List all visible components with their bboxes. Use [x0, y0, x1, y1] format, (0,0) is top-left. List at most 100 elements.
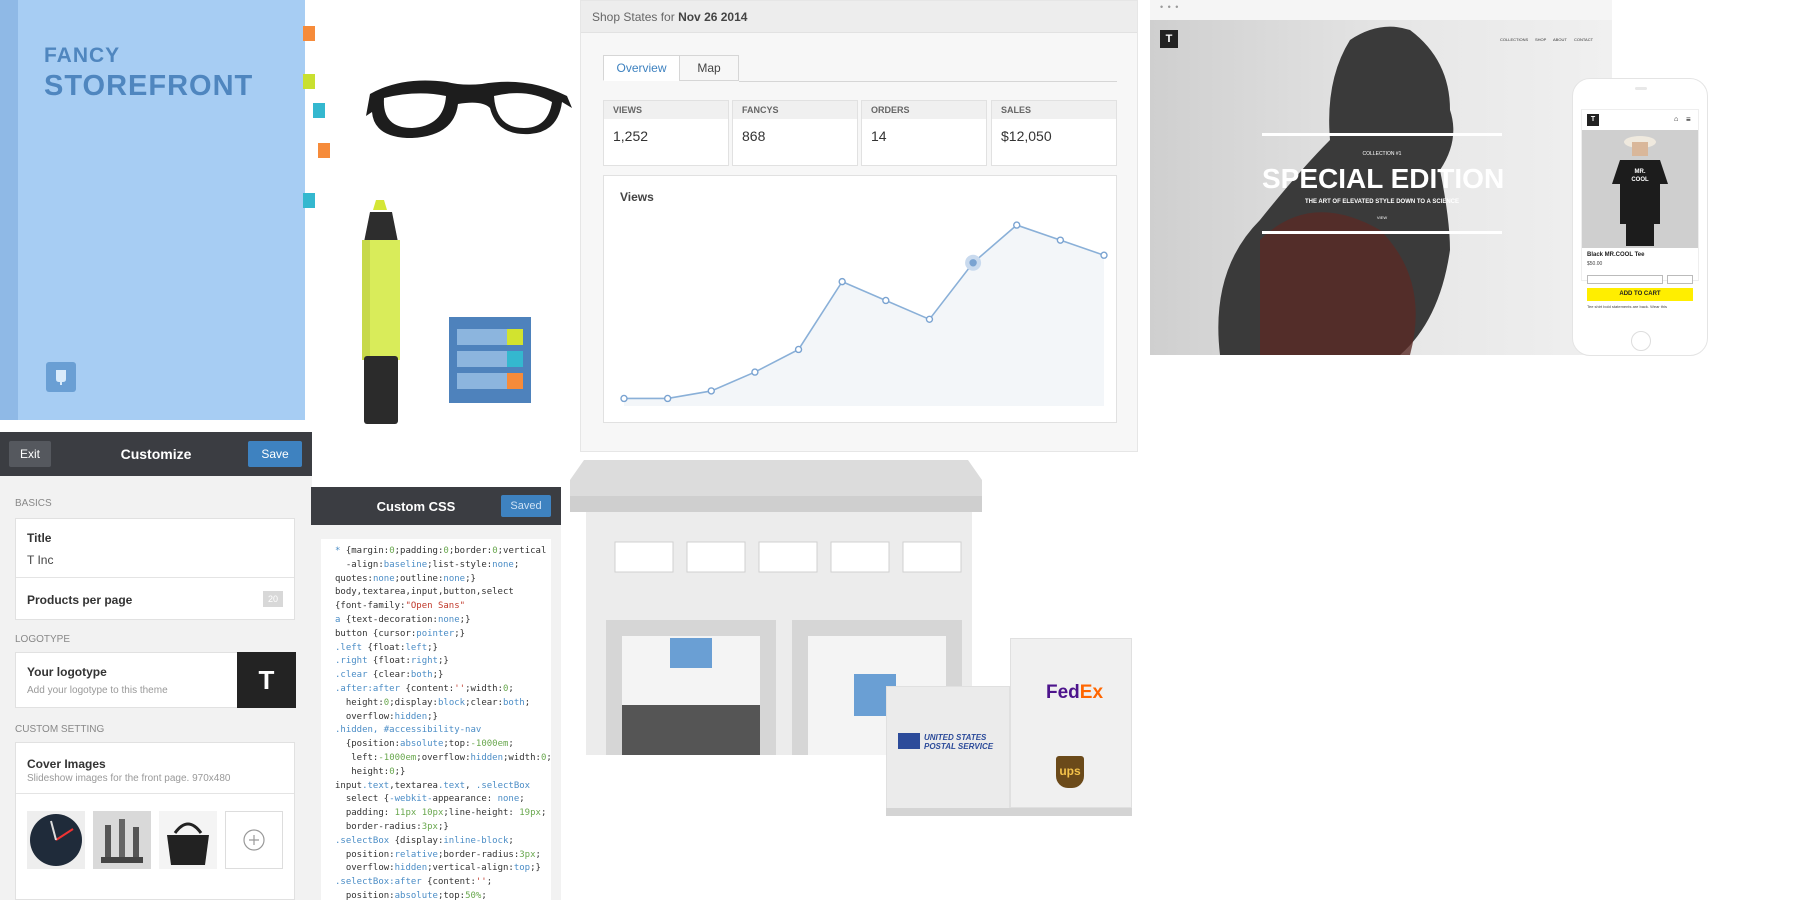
section-label: CUSTOM SETTING: [15, 724, 105, 735]
cover-thumb[interactable]: [93, 811, 151, 869]
chart-area: [624, 225, 1104, 406]
chart-point[interactable]: [707, 387, 715, 395]
chart-point[interactable]: [1056, 236, 1065, 244]
mobile-brand-logo[interactable]: T: [1587, 114, 1599, 126]
stat-label: VIEWS: [604, 101, 728, 119]
glasses-icon: [366, 80, 572, 138]
storefront-title-line2: STOREFRONT: [44, 70, 254, 102]
shop-stats-panel: Shop States for Nov 26 2014 Overview Map…: [580, 0, 1138, 452]
fedex-logo: FedEx: [1046, 682, 1103, 704]
tab-marker: [303, 74, 315, 89]
save-button[interactable]: Save: [248, 441, 302, 467]
product-price: $50.00: [1587, 261, 1603, 267]
stats-header-prefix: Shop States for: [592, 10, 675, 24]
brand-logo[interactable]: T: [1160, 30, 1178, 48]
nav-collections[interactable]: COLLECTIONS: [1500, 37, 1528, 42]
stats-header: Shop States for Nov 26 2014: [581, 1, 1137, 33]
section-label: LOGOTYPE: [15, 634, 71, 645]
cover-thumb[interactable]: [27, 811, 85, 869]
product-name[interactable]: Black MR.COOL Tee: [1587, 252, 1644, 258]
hero-headline: SPECIAL EDITION: [1262, 163, 1505, 194]
storefront-cover: FANCY STOREFRONT: [0, 0, 305, 420]
stat-value: 868: [742, 128, 766, 144]
custom-css-panel: Custom CSS Saved * {margin:0;padding:0;b…: [311, 487, 561, 900]
add-to-cart-button[interactable]: ADD TO CART: [1587, 288, 1693, 301]
chart-point[interactable]: [751, 368, 759, 376]
size-select[interactable]: [1587, 275, 1663, 284]
tab-overview[interactable]: Overview: [603, 55, 680, 81]
add-cover-button[interactable]: [225, 811, 283, 869]
chart-point[interactable]: [620, 394, 628, 403]
logotype-label: Your logotype: [27, 665, 107, 679]
chart-point[interactable]: [882, 296, 890, 305]
stat-card-fancys: FANCYS 868: [732, 100, 858, 166]
chart-point[interactable]: [663, 394, 672, 403]
saved-button[interactable]: Saved: [501, 495, 551, 517]
basics-card: Title T Inc Products per page 20: [15, 518, 295, 620]
title-label: Title: [27, 531, 52, 545]
theme-preview-mobile: T ⌂ ≡ MR. COOL Black MR.COOL Tee $50.00 …: [1572, 78, 1708, 356]
section-label: BASICS: [15, 498, 52, 509]
book-spine: [0, 0, 18, 420]
menu-icon[interactable]: ≡: [1686, 115, 1691, 124]
hero-kicker: COLLECTION #1: [1362, 151, 1402, 157]
nav-about[interactable]: ABOUT: [1553, 37, 1567, 42]
tab-marker: [303, 193, 315, 208]
customize-panel: Exit Customize Save BASICS Title T Inc P…: [0, 432, 312, 900]
stat-label: FANCYS: [733, 101, 857, 119]
chart-point[interactable]: [794, 345, 803, 354]
logotype-thumbnail[interactable]: T: [237, 652, 296, 708]
stat-card-views: VIEWS 1,252: [603, 100, 729, 166]
stacked-layers-icon: [449, 317, 531, 403]
logotype-hint: Add your logotype to this theme: [27, 685, 168, 696]
stat-label: SALES: [992, 101, 1116, 119]
plus-circle-icon: [243, 829, 265, 851]
css-code-editor[interactable]: * {margin:0;padding:0;border:0;vertical …: [321, 539, 551, 900]
chart-point[interactable]: [838, 277, 846, 286]
stat-card-orders: ORDERS 14: [861, 100, 987, 166]
cover-hint: Slideshow images for the front page. 970…: [27, 773, 231, 784]
nav-shop[interactable]: SHOP: [1535, 37, 1546, 42]
stat-value: $12,050: [1001, 128, 1052, 144]
home-button: [1631, 331, 1651, 351]
cover-images-card: Cover Images Slideshow images for the fr…: [15, 742, 295, 900]
stats-header-date: Nov 26 2014: [678, 10, 748, 24]
hero-link[interactable]: VIEW: [1262, 215, 1502, 220]
views-chart-card: Views: [603, 175, 1117, 423]
chart-point[interactable]: [969, 259, 977, 267]
custom-css-title: Custom CSS: [376, 499, 456, 514]
views-line-chart: [620, 221, 1108, 406]
product-note: Tee shirt bold statements are back. Wear…: [1587, 304, 1667, 309]
usps-line2: POSTAL SERVICE: [924, 742, 994, 751]
storefront-title-line1: FANCY: [44, 44, 121, 67]
title-input[interactable]: T Inc: [27, 553, 53, 567]
hero-tagline: THE ART OF ELEVATED STYLE DOWN TO A SCIE…: [1304, 199, 1459, 205]
cover-label: Cover Images: [27, 757, 106, 771]
stat-card-sales: SALES $12,050: [991, 100, 1117, 166]
stat-label: ORDERS: [862, 101, 986, 119]
logotype-card[interactable]: Your logotype Add your logotype to this …: [15, 652, 296, 708]
chart-point[interactable]: [1100, 251, 1108, 259]
mobile-screen: T ⌂ ≡ MR. COOL Black MR.COOL Tee $50.00: [1581, 109, 1699, 281]
usps-line1: UNITED STATES: [924, 733, 987, 742]
shipping-boxes: FedEx UNITED STATES POSTAL SERVICE ups: [886, 638, 1132, 816]
nav-contact[interactable]: CONTACT: [1574, 37, 1593, 42]
tab-map[interactable]: Map: [679, 55, 739, 81]
fedex-logo-fed: Fed: [1046, 682, 1080, 703]
quantity-select[interactable]: [1667, 275, 1693, 284]
products-per-page-input[interactable]: 20: [263, 591, 283, 607]
chart-point[interactable]: [925, 315, 934, 324]
tab-marker: [313, 103, 325, 118]
chart-point[interactable]: [1013, 221, 1021, 229]
theme-preview-desktop: • • • T COLLECTIONS SHOP ABOUT CONTACT C…: [1150, 0, 1612, 355]
custom-css-toolbar: Custom CSS Saved: [311, 487, 561, 525]
cover-thumb[interactable]: [159, 811, 217, 869]
stat-value: 1,252: [613, 128, 649, 144]
highlighter-icon: [362, 200, 400, 424]
cart-icon[interactable]: ⌂: [1674, 116, 1678, 123]
stat-value: 14: [871, 128, 887, 144]
store-logo-icon: [46, 362, 76, 392]
fedex-logo-ex: Ex: [1079, 682, 1104, 703]
customize-toolbar: Exit Customize Save: [0, 432, 312, 476]
product-image: MR. COOL: [1582, 130, 1698, 248]
